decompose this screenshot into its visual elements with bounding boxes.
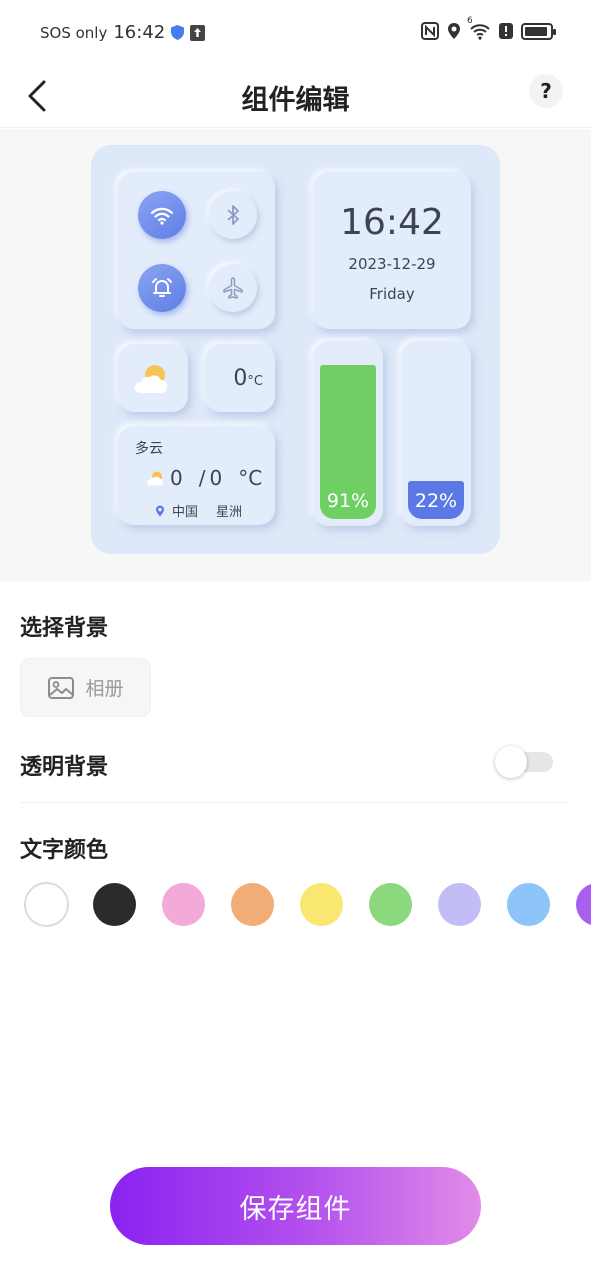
temp-range-unit: °C: [238, 466, 263, 490]
battery-level: [525, 26, 547, 36]
temperature-range: 0 / 0 °C: [146, 466, 262, 490]
clock-day: Friday: [369, 285, 415, 303]
status-time: 16:42: [113, 22, 166, 43]
weather-location: 中国 星洲: [154, 501, 242, 520]
transparent-section-title: 透明背景: [20, 755, 109, 780]
widget-preview-area: 16:42 2023-12-29 Friday 0°C 多云 0 / 0 °C …: [0, 129, 591, 581]
wifi-toggle[interactable]: [138, 191, 186, 239]
alarm-icon: [152, 278, 172, 297]
airplane-icon: [223, 277, 243, 299]
location-country: 中国: [172, 505, 199, 520]
divider: [20, 802, 570, 803]
wifi-icon: [150, 207, 174, 225]
temp-high: 0: [209, 466, 223, 490]
color-swatch[interactable]: [93, 883, 136, 926]
bluetooth-toggle[interactable]: [209, 191, 257, 239]
album-label: 相册: [85, 678, 124, 700]
status-right: 6: [421, 16, 556, 40]
location-icon: [448, 23, 460, 39]
clock-time: 16:42: [340, 202, 444, 243]
save-button[interactable]: 保存组件: [110, 1167, 481, 1245]
color-swatch[interactable]: [231, 883, 274, 926]
location-city: 星洲: [216, 505, 243, 520]
clock-date: 2023-12-29: [348, 255, 436, 273]
status-bar: SOS only 16:42 6: [0, 0, 591, 66]
wifi-status: 6: [467, 16, 491, 40]
temp-low: 0: [170, 466, 183, 490]
color-swatch[interactable]: [576, 883, 591, 926]
weather-icon-panel: [118, 344, 188, 412]
wifi-badge: 6: [467, 16, 473, 26]
partly-cloudy-icon: [146, 471, 164, 486]
temp-number: 0: [233, 366, 248, 391]
airplane-toggle[interactable]: [209, 264, 257, 312]
carrier-text: SOS only: [40, 23, 108, 42]
upload-icon: [190, 24, 206, 41]
level-bar-label: 22%: [414, 490, 458, 512]
toggle-knob: [495, 746, 527, 778]
color-swatch[interactable]: [300, 883, 343, 926]
shield-icon: [171, 25, 185, 40]
background-section-title: 选择背景: [20, 616, 109, 641]
toggle-panel: [118, 172, 275, 329]
status-left: SOS only 16:42: [40, 22, 206, 43]
battery-icon: [521, 22, 556, 40]
color-swatch[interactable]: [24, 882, 69, 927]
text-color-section-title: 文字颜色: [20, 838, 109, 863]
temp-separator: /: [198, 466, 206, 490]
location-icon: [156, 505, 164, 516]
temperature-value: 0°C: [233, 366, 263, 391]
transparent-toggle[interactable]: [495, 746, 553, 778]
temp-unit: °C: [247, 374, 263, 389]
weather-detail-panel: 多云 0 / 0 °C 中国 星洲: [118, 426, 275, 525]
color-swatch[interactable]: [438, 883, 481, 926]
color-swatch[interactable]: [162, 883, 205, 926]
alarm-toggle[interactable]: [138, 264, 186, 312]
widget-preview: 16:42 2023-12-29 Friday 0°C 多云 0 / 0 °C …: [91, 145, 500, 554]
weather-condition: 多云: [135, 441, 163, 457]
color-swatch[interactable]: [507, 883, 550, 926]
page-title: 组件编辑: [241, 85, 350, 116]
nfc-icon: [421, 22, 439, 40]
level-bar-label: 91%: [326, 490, 370, 512]
save-button-label: 保存组件: [239, 1193, 352, 1225]
level-bar-1: 91%: [313, 341, 383, 526]
temperature-panel: 0°C: [205, 344, 275, 412]
color-swatch[interactable]: [369, 883, 412, 926]
partly-cloudy-icon: [134, 365, 168, 393]
alert-icon: [499, 23, 513, 39]
header: 组件编辑 ?: [0, 66, 591, 128]
bluetooth-icon: [227, 205, 239, 225]
clock-panel: 16:42 2023-12-29 Friday: [313, 172, 471, 329]
album-button[interactable]: 相册: [20, 658, 151, 717]
help-button[interactable]: ?: [529, 74, 563, 108]
image-icon: [48, 676, 75, 699]
level-bar-2: 22%: [401, 341, 471, 526]
